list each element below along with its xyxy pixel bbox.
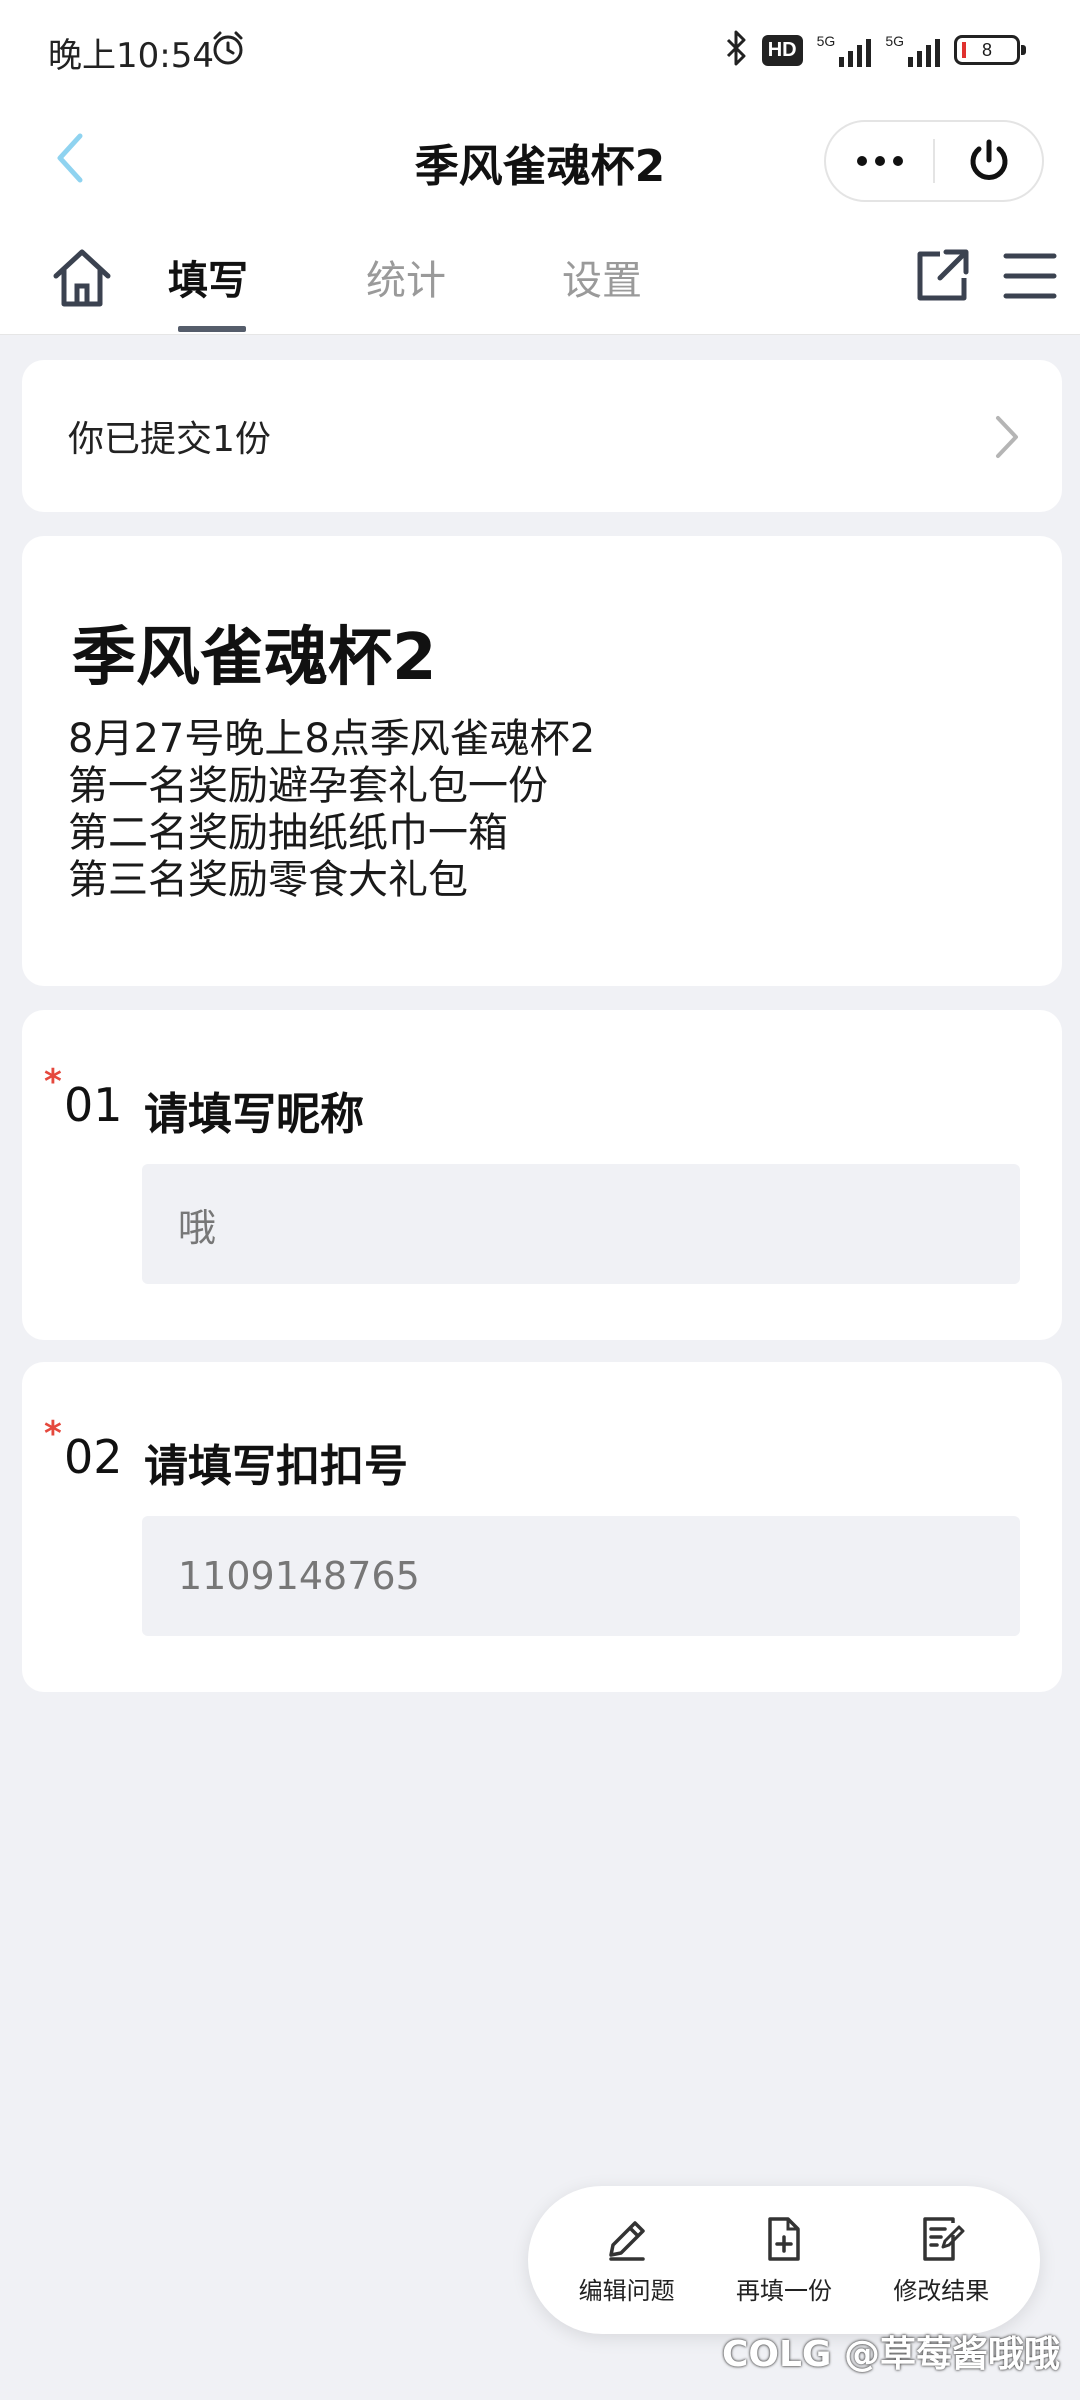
home-icon <box>53 249 111 307</box>
form-intro-card: 季风雀魂杯2 8月27号晚上8点季风雀魂杯2 第一名奖励避孕套礼包一份 第二名奖… <box>22 536 1062 986</box>
action-bar: 编辑问题 再填一份 修改结果 <box>528 2186 1040 2334</box>
signal-label: 5G <box>816 33 836 49</box>
signal-icon-2: 5G <box>885 33 940 67</box>
question-title: 请填写扣扣号 <box>144 1441 408 1492</box>
battery-icon: 8 <box>954 35 1026 65</box>
edit-questions-label: 编辑问题 <box>578 2276 675 2305</box>
mini-program-capsule <box>824 120 1044 202</box>
edit-doc-icon <box>923 2216 965 2261</box>
status-time: 晚上10:54 <box>48 36 214 76</box>
home-button[interactable] <box>50 246 114 314</box>
edit-questions-button[interactable]: 编辑问题 <box>552 2215 702 2306</box>
question-title: 请填写昵称 <box>144 1089 364 1140</box>
question-number: 01 <box>64 1078 123 1132</box>
pencil-icon <box>608 2220 645 2261</box>
signal-icon: 5G <box>817 33 872 67</box>
required-mark: * <box>44 1062 62 1102</box>
description-line: 第一名奖励避孕套礼包一份 <box>68 763 548 809</box>
submitted-count-row[interactable]: 你已提交1份 <box>22 360 1062 512</box>
required-mark: * <box>44 1414 62 1454</box>
menu-button[interactable] <box>1002 250 1058 306</box>
more-button[interactable] <box>826 122 933 200</box>
nickname-input[interactable]: 哦 <box>142 1164 1020 1284</box>
share-icon <box>917 249 969 301</box>
status-bar: 晚上10:54 HD 5G 5G 8 <box>0 0 1080 100</box>
active-tab-indicator <box>178 326 246 332</box>
qq-number-input[interactable]: 1109148765 <box>142 1516 1020 1636</box>
more-dots-icon <box>856 156 903 166</box>
tab-fill[interactable]: 填写 <box>168 248 248 306</box>
chevron-left-icon <box>57 133 83 183</box>
modify-result-label: 修改结果 <box>893 2276 990 2305</box>
page: 晚上10:54 HD 5G 5G 8 季风雀魂杯2 填写 统计 设置 你已提交1… <box>0 0 1080 2400</box>
tab-settings[interactable]: 设置 <box>562 248 642 306</box>
description-line: 第三名奖励零食大礼包 <box>68 857 468 903</box>
status-icons: HD 5G 5G 8 <box>724 30 1026 70</box>
question-card: * 01 请填写昵称 哦 <box>22 1010 1062 1340</box>
bluetooth-icon <box>724 30 748 70</box>
signal-label-2: 5G <box>885 33 904 49</box>
fill-again-label: 再填一份 <box>735 2276 832 2305</box>
power-icon <box>970 139 1007 180</box>
question-card: * 02 请填写扣扣号 1109148765 <box>22 1362 1062 1692</box>
file-plus-icon <box>768 2216 800 2261</box>
form-description: 8月27号晚上8点季风雀魂杯2 第一名奖励避孕套礼包一份 第二名奖励抽纸纸巾一箱… <box>68 716 595 904</box>
watermark: COLG @草莓酱哦哦 <box>721 2334 1060 2375</box>
form-title: 季风雀魂杯2 <box>72 621 437 695</box>
tab-bar: 填写 统计 设置 <box>0 220 1080 335</box>
nav-bar: 季风雀魂杯2 <box>0 100 1080 220</box>
menu-icon <box>1003 253 1057 299</box>
alarm-icon <box>210 30 246 70</box>
hd-badge: HD <box>761 34 803 66</box>
question-number: 02 <box>64 1430 123 1484</box>
fill-again-button[interactable]: 再填一份 <box>709 2215 859 2306</box>
chevron-right-icon <box>992 412 1022 466</box>
description-line: 8月27号晚上8点季风雀魂杯2 <box>68 716 596 762</box>
tab-statistics[interactable]: 统计 <box>366 248 446 306</box>
close-button[interactable] <box>935 122 1042 200</box>
modify-result-button[interactable]: 修改结果 <box>866 2215 1016 2306</box>
submitted-count-text: 你已提交1份 <box>68 419 271 460</box>
description-line: 第二名奖励抽纸纸巾一箱 <box>68 810 508 856</box>
share-button[interactable] <box>912 246 972 310</box>
back-button[interactable] <box>50 128 100 188</box>
